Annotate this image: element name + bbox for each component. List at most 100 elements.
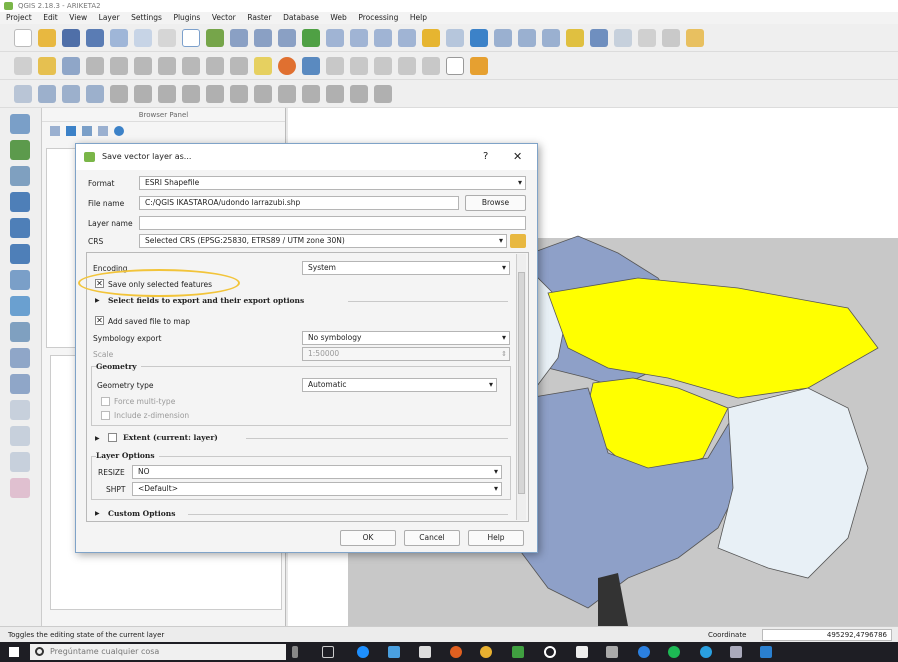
move-label-icon[interactable] [350,56,368,75]
add-wms-icon[interactable] [10,192,30,212]
add-spatialite-icon[interactable] [10,166,30,186]
node-tool-icon[interactable] [134,56,152,75]
select-crs-icon[interactable] [510,234,526,248]
add-virtual-layer-icon[interactable] [10,348,30,368]
new-shapefile-icon[interactable] [10,374,30,394]
store-icon[interactable] [388,646,400,658]
paste-features-icon[interactable] [230,56,248,75]
scale-input[interactable]: 1:50000 [302,347,510,361]
edge-icon[interactable] [357,646,369,658]
delete-selected-icon[interactable] [158,56,176,75]
zoom-in-icon[interactable] [230,28,248,47]
new-project-icon[interactable] [14,28,32,47]
add-delimited-text-icon[interactable] [10,270,30,290]
settings-circle-icon[interactable] [544,646,556,658]
composer-manager-icon[interactable] [134,28,152,47]
crs-select[interactable]: Selected CRS (EPSG:25830, ETRS89 / UTM z… [139,234,507,248]
menu-project[interactable]: Project [6,13,32,22]
change-label-icon[interactable] [398,56,416,75]
calculator-icon[interactable] [606,646,618,658]
browse-button[interactable]: Browse [465,195,526,211]
add-wfs-icon[interactable] [10,244,30,264]
browser-icon[interactable] [638,646,650,658]
add-selected-icon[interactable] [50,126,60,136]
resize-select[interactable]: NO [132,465,502,479]
new-gpx-icon[interactable] [10,452,30,472]
spotify-icon[interactable] [668,646,680,658]
expand-arrow-icon[interactable]: ▶ [95,510,100,517]
identify-icon[interactable] [494,28,512,47]
show-labels-icon[interactable] [326,56,344,75]
reshape-features-icon[interactable] [254,84,272,103]
layer-options-section[interactable]: Layer Options [96,451,159,460]
python-console-icon[interactable] [470,56,488,75]
firefox-icon[interactable] [450,646,462,658]
add-part-icon[interactable] [158,84,176,103]
telegram-icon[interactable] [700,646,712,658]
add-to-map-checkbox[interactable]: ✕ [95,316,104,325]
merge-features-icon[interactable] [326,84,344,103]
task-view-icon[interactable] [322,646,334,658]
zoom-out-icon[interactable] [254,28,272,47]
menu-processing[interactable]: Processing [358,13,398,22]
menu-edit[interactable]: Edit [43,13,58,22]
csw-icon[interactable] [446,56,464,75]
expand-arrow-icon[interactable]: ▶ [95,435,100,442]
select-features-icon[interactable] [518,28,536,47]
add-postgis-icon[interactable] [10,296,30,316]
move-feature-icon[interactable] [110,56,128,75]
rotate-label-icon[interactable] [374,56,392,75]
pan-to-selection-icon[interactable] [206,28,224,47]
options-scrollbar[interactable] [516,254,526,520]
merge-attributes-icon[interactable] [350,84,368,103]
select-fields-section[interactable]: Select fields to export and their export… [108,296,304,305]
expand-arrow-icon[interactable]: ▶ [95,297,100,304]
help-button[interactable]: Help [468,530,524,546]
menu-vector[interactable]: Vector [212,13,236,22]
add-oracle-icon[interactable] [10,478,30,498]
extent-section[interactable]: Extent (current: layer) [123,433,218,442]
add-to-map-label[interactable]: Add saved file to map [108,317,190,326]
symbology-select[interactable]: No symbology [302,331,510,345]
simplify-feature-icon[interactable] [110,84,128,103]
pan-map-icon[interactable] [158,28,176,47]
app-icon[interactable] [730,646,742,658]
rotate-feature-icon[interactable] [86,84,104,103]
encoding-select[interactable]: System [302,261,510,275]
file-name-input[interactable]: C:/QGIS IKASTAROA/udondo larrazubi.shp [139,196,459,210]
open-project-icon[interactable] [38,28,56,47]
zoom-full-icon[interactable] [302,28,320,47]
diagram-icon[interactable] [278,56,296,75]
menu-view[interactable]: View [69,13,87,22]
select-by-value-icon[interactable] [542,28,560,47]
file-explorer-icon[interactable] [419,646,431,658]
measure-icon[interactable] [662,28,680,47]
dialog-close-icon[interactable]: ✕ [513,144,522,170]
map-tips-icon[interactable] [686,28,704,47]
zoom-native-icon[interactable] [278,28,296,47]
georeferencer-icon[interactable] [10,400,30,420]
delete-ring-icon[interactable] [206,84,224,103]
toggle-editing-icon[interactable] [38,56,56,75]
label-icon[interactable] [254,56,272,75]
add-vector-layer-icon[interactable] [10,114,30,134]
deselect-icon[interactable] [566,28,584,47]
add-ring-icon[interactable] [134,84,152,103]
pan-hand-icon[interactable] [182,28,200,47]
format-select[interactable]: ESRI Shapefile [139,176,526,190]
save-edits-icon[interactable] [62,56,80,75]
extent-checkbox[interactable] [108,433,117,442]
offset-curve-icon[interactable] [14,84,32,103]
split-parts-icon[interactable] [302,84,320,103]
menu-help[interactable]: Help [410,13,427,22]
filter-browser-icon[interactable] [82,126,92,136]
split-features-icon[interactable] [278,84,296,103]
save-project-icon[interactable] [62,28,80,47]
geometry-type-select[interactable]: Automatic [302,378,497,392]
add-mssql-icon[interactable] [10,322,30,342]
calendar-icon[interactable] [576,646,588,658]
zoom-layer-icon[interactable] [350,28,368,47]
qgis-taskbar-icon[interactable] [512,646,524,658]
shpt-select[interactable]: <Default> [132,482,502,496]
scrollbar-thumb[interactable] [518,272,525,494]
